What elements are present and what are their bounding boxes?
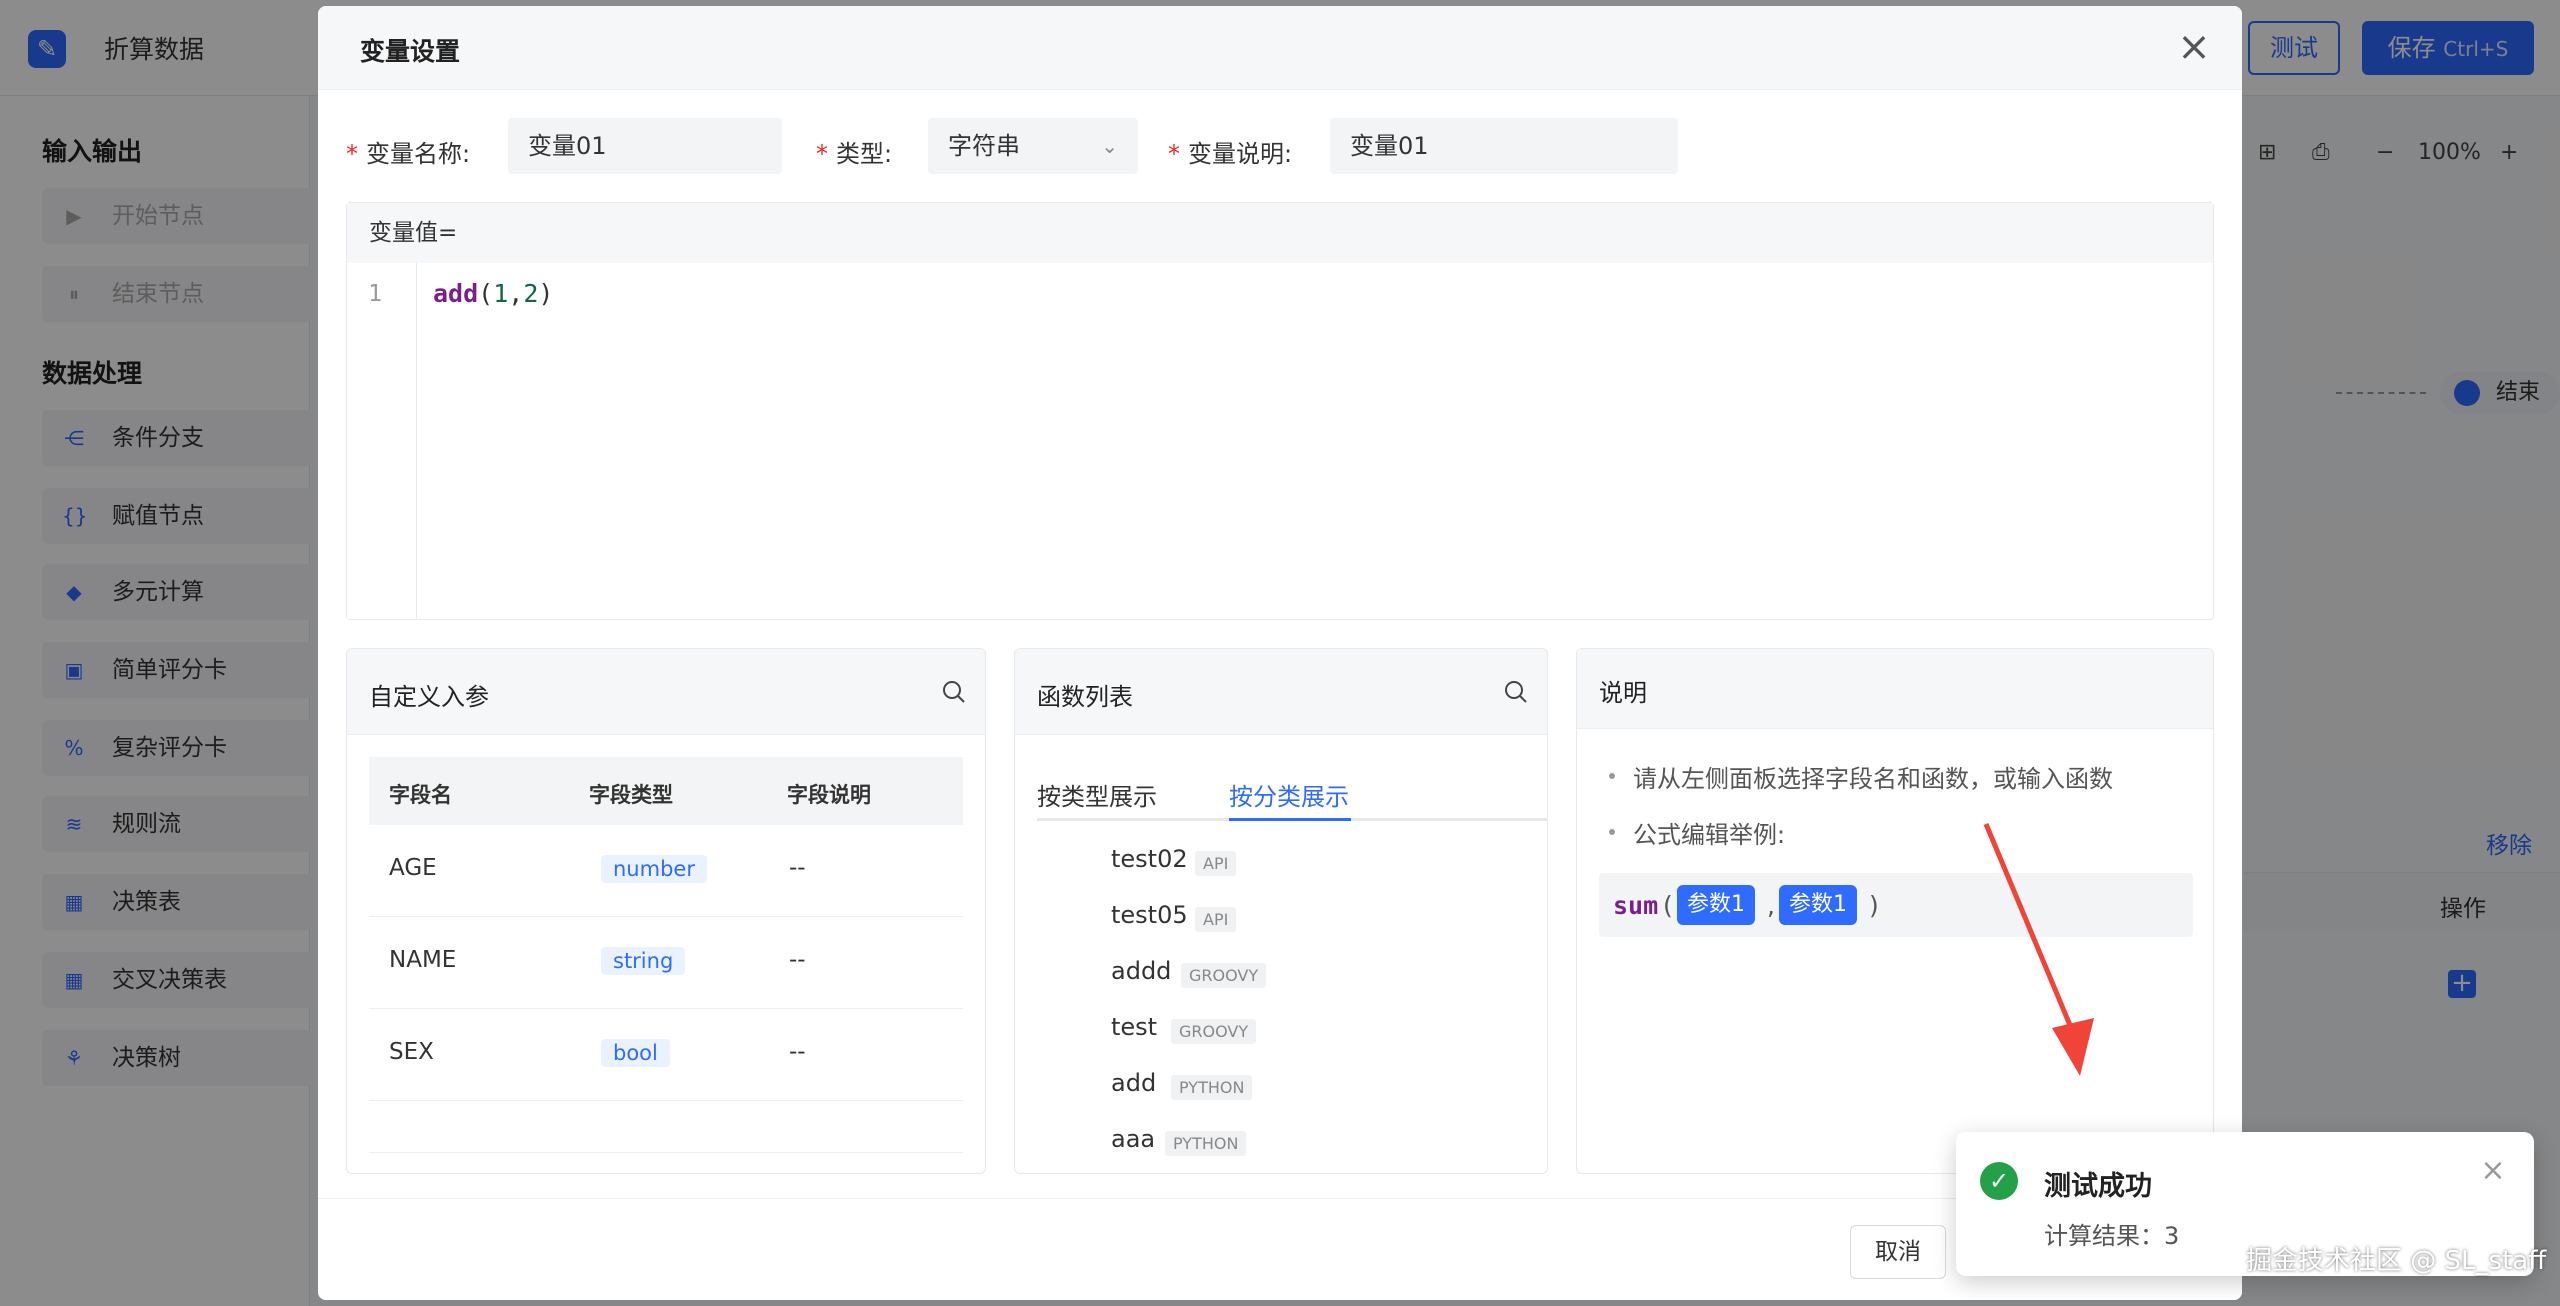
function-tag: GROOVY — [1181, 963, 1267, 988]
editor-label: 变量值= — [347, 203, 2213, 263]
function-item[interactable]: test02 — [1111, 845, 1188, 873]
example-function: sum — [1613, 891, 1659, 920]
function-list-panel: 函数列表 按类型展示 按分类展示 test02 API test05 API a… — [1014, 648, 1548, 1174]
function-tag: PYTHON — [1171, 1075, 1253, 1100]
close-icon[interactable]: × — [2478, 1156, 2508, 1186]
check-circle-icon: ✓ — [1980, 1162, 2018, 1200]
search-icon[interactable] — [941, 679, 967, 705]
function-item[interactable]: aaa — [1111, 1125, 1155, 1153]
panel-title: 自定义入参 — [369, 683, 489, 711]
required-mark: * — [1168, 140, 1180, 168]
watermark: 掘金技术社区 @ SL_staff — [2246, 1246, 2547, 1276]
params-table: 字段名 字段类型 字段说明 AGE number -- NAME string … — [369, 757, 963, 1153]
modal-header: 变量设置 × — [318, 6, 2242, 90]
type-tag: number — [601, 855, 707, 883]
panel-title: 函数列表 — [1037, 683, 1133, 711]
function-tag: PYTHON — [1165, 1131, 1247, 1156]
function-item[interactable]: addd — [1111, 957, 1171, 985]
param-chip: 参数1 — [1779, 885, 1857, 925]
active-tab-indicator — [1229, 818, 1351, 821]
panel-header: 函数列表 — [1015, 649, 1547, 735]
modal-title: 变量设置 — [360, 37, 461, 66]
notification-body: 计算结果：3 — [2044, 1222, 2180, 1250]
function-item[interactable]: test — [1111, 1013, 1157, 1041]
panel-header: 自定义入参 — [347, 649, 985, 735]
function-tag: API — [1195, 851, 1237, 876]
type-select[interactable]: 字符串 ⌄ — [928, 118, 1138, 174]
param-chip: 参数1 — [1677, 885, 1755, 925]
panel-header: 说明 — [1577, 649, 2213, 729]
tab-by-category[interactable]: 按分类展示 — [1229, 777, 1349, 812]
table-row[interactable]: NAME string -- — [369, 917, 963, 1009]
variable-desc-input[interactable]: 变量01 — [1330, 118, 1678, 174]
function-tabs: 按类型展示 按分类展示 — [1037, 767, 1547, 821]
function-item[interactable]: test05 — [1111, 901, 1188, 929]
tab-by-type[interactable]: 按类型展示 — [1037, 777, 1157, 812]
panel-title: 说明 — [1599, 679, 1647, 707]
annotation-arrow-icon — [1983, 823, 2094, 1076]
table-row[interactable]: SEX bool -- — [369, 1009, 963, 1101]
formula-example: sum ( 参数1 , 参数1 ) — [1599, 873, 2193, 937]
expression-editor[interactable]: 变量值= 1 add(1,2) — [346, 202, 2214, 620]
modal-footer: 取消 — [318, 1198, 2242, 1300]
type-tag: string — [601, 947, 686, 975]
type-label: * 类型: — [816, 140, 893, 168]
variable-name-label: * 变量名称: — [346, 140, 471, 168]
line-number: 1 — [368, 281, 382, 307]
table-header: 字段名 字段类型 字段说明 — [369, 757, 963, 825]
function-item[interactable]: add — [1111, 1069, 1156, 1097]
required-mark: * — [346, 140, 358, 168]
close-icon[interactable]: × — [2176, 27, 2212, 67]
search-icon[interactable] — [1503, 679, 1529, 705]
variable-name-input[interactable]: 变量01 — [508, 118, 782, 174]
variable-settings-modal: 变量设置 × * 变量名称: 变量01 * 类型: 字符串 ⌄ * 变量说明: 变量0… — [318, 6, 2242, 1300]
editor-gutter: 1 — [347, 263, 417, 619]
notification-title: 测试成功 — [2044, 1171, 2152, 1202]
table-row-empty — [369, 1101, 963, 1153]
chevron-down-icon: ⌄ — [1101, 134, 1118, 158]
type-tag: bool — [601, 1039, 670, 1067]
table-row[interactable]: AGE number -- — [369, 825, 963, 917]
function-tag: GROOVY — [1171, 1019, 1257, 1044]
variable-desc-label: * 变量说明: — [1168, 140, 1293, 168]
function-tag: API — [1195, 907, 1237, 932]
description-item: 请从左侧面板选择字段名和函数，或输入函数 — [1605, 759, 2113, 815]
cancel-button[interactable]: 取消 — [1850, 1225, 1946, 1279]
code-line[interactable]: add(1,2) — [433, 279, 553, 308]
custom-params-panel: 自定义入参 字段名 字段类型 字段说明 AGE number -- NAME s… — [346, 648, 986, 1174]
required-mark: * — [816, 140, 828, 168]
description-panel: 说明 请从左侧面板选择字段名和函数，或输入函数 公式编辑举例: sum ( 参数… — [1576, 648, 2214, 1174]
